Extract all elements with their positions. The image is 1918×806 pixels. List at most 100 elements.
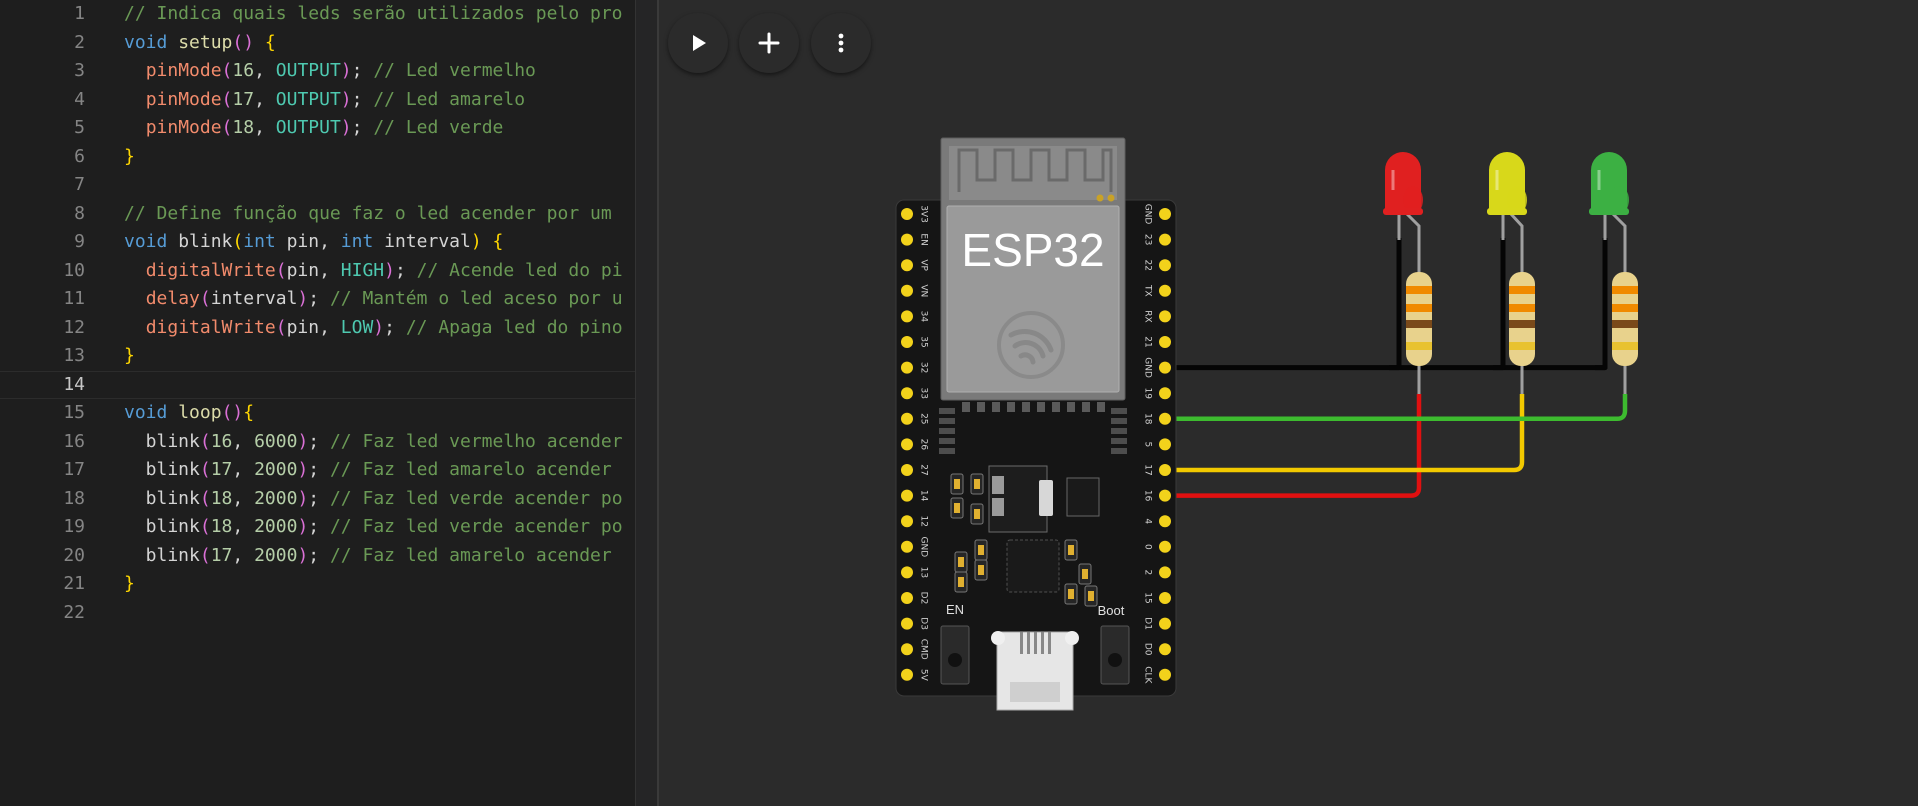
resistor-band: [1612, 286, 1638, 294]
code-token: void: [124, 402, 168, 423]
code-token: // Led vermelho: [373, 60, 536, 81]
line-number: 5: [74, 117, 85, 138]
line-number: 1: [74, 3, 85, 24]
esp32-board[interactable]: 3V3ENVPVN343532332526271412GND13D2D3CMD5…: [895, 137, 1177, 711]
code-token: ): [297, 544, 309, 566]
pin-header: [1159, 310, 1171, 323]
code-line[interactable]: 3 pinMode(16, OUTPUT); // Led vermelho: [0, 57, 657, 85]
code-text: void blink(int pin, int interval) {: [124, 228, 503, 256]
code-token: OUTPUT: [275, 88, 341, 110]
pin-label: 13: [919, 567, 929, 578]
led-green: [1589, 152, 1629, 274]
pin-header: [901, 438, 913, 451]
code-text: blink(18, 2000); // Faz led verde acende…: [124, 485, 623, 513]
code-token: }: [124, 573, 135, 594]
line-number: 13: [63, 345, 85, 366]
code-line[interactable]: 21}: [0, 570, 657, 598]
code-token: (): [221, 402, 244, 423]
code-text: void loop(){: [124, 399, 254, 427]
code-line[interactable]: 1 // Indica quais leds serão utilizados p…: [0, 0, 657, 28]
pin-label: 18: [1143, 413, 1153, 425]
code-token: blink: [124, 487, 200, 509]
code-token: setup: [178, 31, 233, 53]
code-token: 2000: [254, 544, 298, 566]
code-line[interactable]: 4 pinMode(17, OUTPUT); // Led amarelo: [0, 86, 657, 114]
code-token: 17: [210, 459, 233, 480]
line-number: 21: [63, 573, 85, 594]
module-pad: [939, 408, 955, 414]
code-token: interval: [210, 288, 298, 309]
resistor-band: [1612, 320, 1638, 328]
code-text: blink(17, 2000); // Faz led amarelo acen…: [124, 456, 623, 484]
pin-header: [901, 361, 913, 374]
pin-label: 15: [1143, 592, 1153, 603]
code-token: ;: [308, 288, 330, 309]
module-pad: [1111, 438, 1127, 444]
smd-pad: [954, 479, 960, 489]
module-pad: [992, 402, 1000, 412]
code-token: ;: [394, 259, 417, 281]
code-line[interactable]: 22: [0, 599, 657, 627]
code-token: ): [297, 459, 309, 480]
antenna-area: [949, 146, 1117, 200]
code-token: 16: [232, 60, 255, 81]
code-token: HIGH: [340, 259, 385, 281]
code-line[interactable]: 15 void loop(){: [0, 399, 657, 427]
code-token: ;: [351, 60, 374, 81]
code-line[interactable]: 20 blink(17, 2000); // Faz led amarelo a…: [0, 542, 657, 570]
code-text: blink(18, 2000); // Faz led verde acende…: [124, 513, 623, 541]
code-line[interactable]: 18 blink(18, 2000); // Faz led verde ace…: [0, 485, 657, 513]
resistor-band: [1406, 304, 1432, 312]
editor-scrollbar[interactable]: [635, 0, 658, 806]
pin-label: 0: [1143, 544, 1153, 550]
code-token: // Apaga led do pino: [405, 316, 623, 338]
pin-header: [1159, 438, 1171, 451]
code-token: // Faz led verde acender po: [329, 487, 623, 509]
code-token: delay: [145, 288, 200, 309]
line-number: 15: [63, 402, 85, 423]
code-line[interactable]: 13}: [0, 342, 657, 370]
code-line[interactable]: 11 delay(interval); // Mantém o led aces…: [0, 285, 657, 313]
pin-header: [901, 592, 913, 604]
code-line[interactable]: 16 blink(16, 6000); // Faz led vermelho …: [0, 428, 657, 456]
code-line[interactable]: 8 // Define função que faz o led acender …: [0, 200, 657, 228]
code-token: 16: [210, 430, 233, 452]
pin-label: GND: [1143, 357, 1153, 378]
led-anode-leg: [1405, 212, 1421, 274]
code-line[interactable]: 17 blink(17, 2000); // Faz led amarelo a…: [0, 456, 657, 484]
code-line[interactable]: 12 digitalWrite(pin, LOW); // Apaga led …: [0, 314, 657, 342]
code-line[interactable]: 10 digitalWrite(pin, HIGH); // Acende le…: [0, 257, 657, 285]
simulation-canvas[interactable]: 3V3 EN VP VN 34 35 32 33 25 26 27 14 12 GND 13 D2 D3 CMD 5…: [659, 0, 1918, 806]
code-line[interactable]: 2 void setup() {: [0, 29, 657, 57]
code-token: (: [199, 430, 211, 452]
pin-label: 27: [919, 464, 929, 475]
pin-label: 5: [1143, 442, 1153, 448]
pin-label: 32: [919, 362, 929, 373]
pin-header: [1159, 361, 1171, 374]
code-token: ): [297, 430, 309, 452]
led-rim: [1383, 208, 1423, 215]
code-line[interactable]: 6}: [0, 143, 657, 171]
resistor-band: [1509, 342, 1535, 350]
code-token: ,: [232, 487, 255, 509]
regulator-pin: [992, 476, 1004, 494]
code-line[interactable]: 7: [0, 171, 657, 199]
code-token: ): [470, 231, 482, 252]
module-pad: [939, 448, 955, 454]
code-line[interactable]: 14: [0, 371, 657, 399]
pin-header: [1159, 540, 1171, 553]
pin-label: CMD: [919, 639, 929, 660]
code-line[interactable]: 9 void blink(int pin, int interval) {: [0, 228, 657, 256]
code-text: blink(16, 6000); // Faz led vermelho ace…: [124, 428, 623, 456]
code-line[interactable]: 19 blink(18, 2000); // Faz led verde ace…: [0, 513, 657, 541]
code-token: // Faz led amarelo acender: [329, 544, 623, 566]
code-text: digitalWrite(pin, LOW); // Apaga led do …: [124, 314, 623, 342]
smd-pad: [1088, 591, 1094, 601]
code-line[interactable]: 5 pinMode(18, OUTPUT); // Led verde: [0, 114, 657, 142]
code-editor[interactable]: 1 // Indica quais leds serão utilizados p…: [0, 0, 657, 806]
smd-pad: [974, 509, 980, 519]
pin-header: [901, 643, 913, 656]
code-token: 18: [210, 487, 233, 509]
